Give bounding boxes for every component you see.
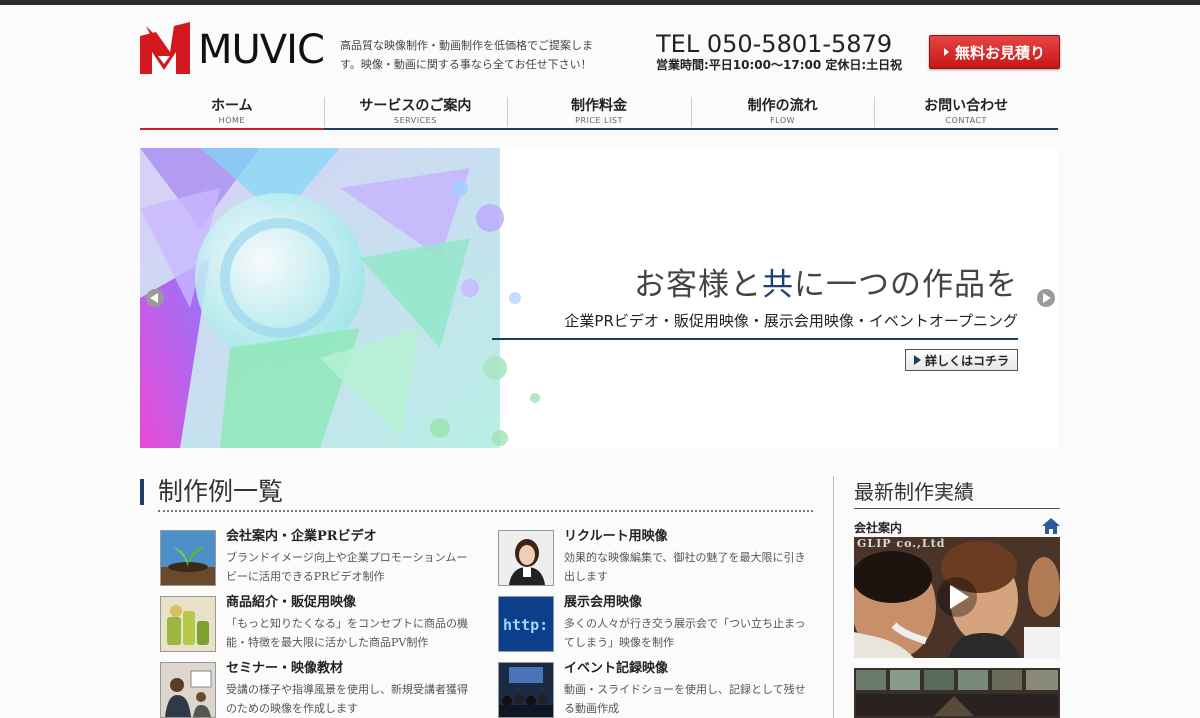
hero-underline — [492, 338, 1018, 340]
works-section-header: 制作例一覧 — [140, 475, 813, 512]
nav-label: 制作料金 — [570, 98, 627, 114]
work-thumbnail — [498, 662, 554, 718]
latest-work-video[interactable]: GLIP co.,Ltd — [854, 537, 1060, 658]
nav-sublabel: CONTACT — [945, 116, 987, 125]
hero-subheadline: 企業PRビデオ・販促用映像・展示会用映像・イベントオープニング — [564, 312, 1018, 330]
logo-text: MUVIC — [198, 27, 325, 73]
nav-label: サービスのご案内 — [359, 98, 472, 114]
work-description: ブランドイメージ向上や企業プロモーションムービーに活用できるPRビデオ制作 — [226, 551, 468, 583]
hero-slider: お客様と共に一つの作品を 企業PRビデオ・販促用映像・展示会用映像・イベントオー… — [140, 148, 1058, 448]
work-title: リクルート用映像 — [564, 529, 668, 544]
home-icon[interactable] — [1042, 518, 1060, 534]
work-description: 多くの人々が行き交う展示会で「つい立ち止まってしまう」映像を制作 — [564, 617, 806, 649]
work-item-recruit[interactable]: リクルート用映像 効果的な映像編集で、御社の魅了を最大限に引き出します — [498, 527, 808, 586]
work-description: 効果的な映像編集で、御社の魅了を最大限に引き出します — [564, 551, 806, 583]
work-title: 商品紹介・販促用映像 — [226, 595, 357, 610]
main-nav: ホーム HOME サービスのご案内 SERVICES 制作料金 PRICE LI… — [140, 93, 1058, 130]
nav-item-services[interactable]: サービスのご案内 SERVICES — [323, 93, 508, 130]
work-item-company-pr[interactable]: 会社案内・企業PRビデオ ブランドイメージ向上や企業プロモーションムービーに活用… — [160, 527, 470, 586]
work-title: 展示会用映像 — [564, 595, 643, 610]
nav-sublabel: SERVICES — [393, 116, 437, 125]
work-item-exhibition[interactable]: http: 展示会用映像 多くの人々が行き交う展示会で「つい立ち止まってしまう」… — [498, 593, 808, 652]
work-item-product-promo[interactable]: 商品紹介・販促用映像 「もっと知りたくなる」をコンセプトに商品の機能・特徴を最大… — [160, 593, 470, 652]
top-bar — [0, 0, 1200, 5]
latest-works-title: 最新制作実績 — [854, 480, 974, 504]
work-description: 「もっと知りたくなる」をコンセプトに商品の機能・特徴を最大限に活かした商品PV制… — [226, 617, 468, 649]
work-title: セミナー・映像教材 — [226, 661, 344, 676]
work-description: 動画・スライドショーを使用し、記録として残せる動画作成 — [564, 683, 806, 715]
dotted-divider — [158, 510, 813, 512]
work-item-event-record[interactable]: イベント記録映像 動画・スライドショーを使用し、記録として残せる動画作成 — [498, 659, 808, 718]
hero-more-label: 詳しくはコチラ — [924, 353, 1009, 368]
hero-more-button[interactable]: 詳しくはコチラ — [905, 349, 1018, 371]
triangle-right-icon — [913, 355, 921, 365]
video-company-label: GLIP co.,Ltd — [857, 537, 946, 550]
nav-label: 制作の流れ — [747, 98, 818, 114]
nav-label: ホーム — [211, 98, 253, 114]
thumbnail-strip-image — [854, 668, 1060, 718]
business-hours: 営業時間:平日10:00～17:00 定休日:土日祝 — [656, 58, 903, 72]
free-estimate-label: 無料お見積り — [954, 43, 1045, 62]
work-thumbnail — [160, 530, 216, 586]
work-title: イベント記録映像 — [564, 661, 669, 676]
nav-item-flow[interactable]: 制作の流れ FLOW — [690, 93, 875, 130]
svg-text:http:: http: — [503, 616, 548, 634]
work-title: 会社案内・企業PRビデオ — [226, 529, 377, 544]
work-thumbnail — [160, 596, 216, 652]
nav-label: お問い合わせ — [924, 98, 1009, 114]
nav-item-price-list[interactable]: 制作料金 PRICE LIST — [507, 93, 691, 130]
nav-sublabel: HOME — [218, 116, 245, 125]
sidebar-title-underline — [854, 508, 1060, 509]
latest-work-thumbnail-strip[interactable] — [854, 668, 1060, 718]
work-thumbnail: http: — [498, 596, 554, 652]
nav-sublabel: PRICE LIST — [575, 116, 623, 125]
nav-item-home[interactable]: ホーム HOME — [140, 93, 324, 130]
logo[interactable]: MUVIC — [140, 22, 335, 77]
slider-prev-button[interactable] — [146, 289, 164, 307]
play-icon[interactable] — [935, 575, 979, 619]
nav-item-contact[interactable]: お問い合わせ CONTACT — [874, 93, 1058, 130]
tagline: 高品質な映像制作・動画制作を低価格でご提案します。映像・動画に関する事なら全てお… — [340, 39, 593, 71]
free-estimate-button[interactable]: 無料お見積り — [929, 35, 1060, 69]
work-thumbnail — [498, 530, 554, 586]
hero-headline: お客様と共に一つの作品を — [634, 267, 1018, 303]
phone-number: TEL 050-5801-5879 — [656, 30, 893, 58]
chevron-left-icon — [150, 293, 158, 303]
section-accent-bar — [140, 479, 144, 505]
work-item-seminar[interactable]: セミナー・映像教材 受講の様子や指導風景を使用し、新規受講者獲得のための映像を作… — [160, 659, 470, 718]
work-thumbnail — [160, 662, 216, 718]
column-divider — [833, 476, 834, 718]
latest-works-category: 会社案内 — [854, 521, 903, 535]
slider-next-button[interactable] — [1037, 289, 1055, 307]
triangle-right-icon — [943, 48, 949, 56]
chevron-right-icon — [1043, 293, 1051, 303]
logo-mark-icon — [140, 22, 190, 74]
nav-sublabel: FLOW — [770, 116, 796, 125]
work-description: 受講の様子や指導風景を使用し、新規受講者獲得のための映像を作成します — [226, 683, 468, 715]
works-section-title: 制作例一覧 — [158, 477, 284, 506]
